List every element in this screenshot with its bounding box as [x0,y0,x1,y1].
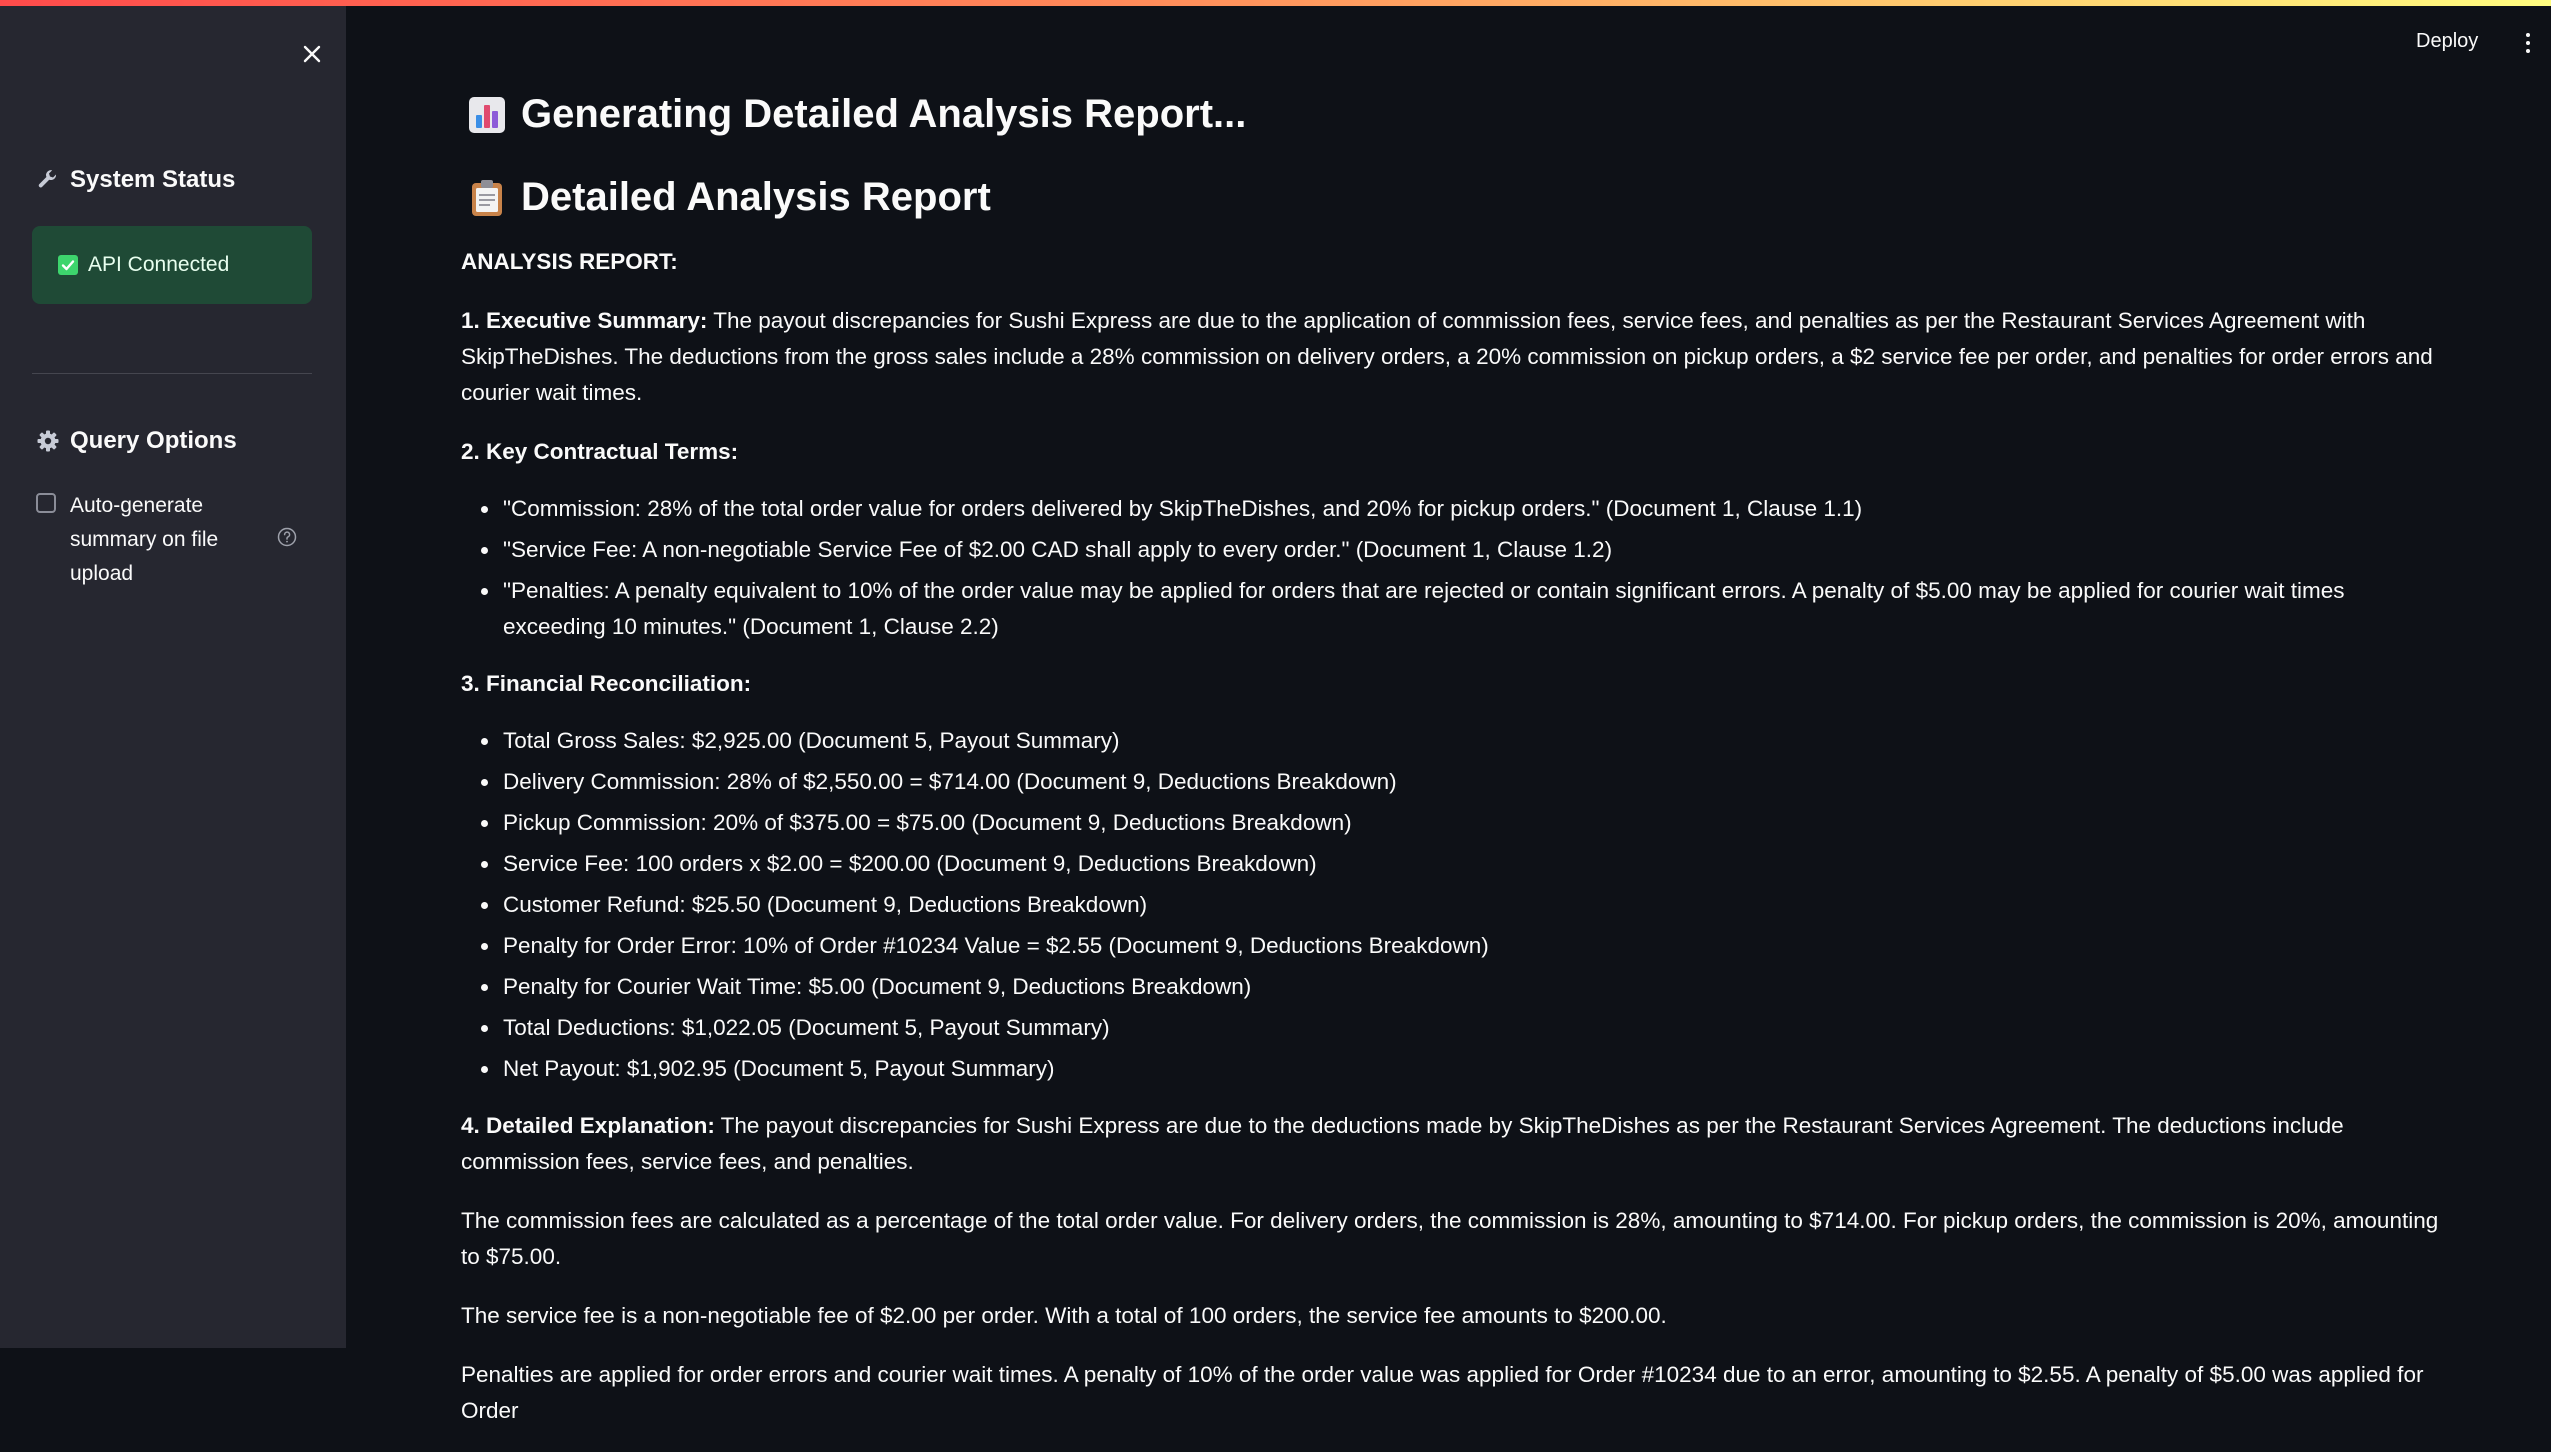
wrench-icon [38,170,57,188]
list-item: "Penalties: A penalty equivalent to 10% … [501,573,2441,645]
executive-summary-paragraph: 1. Executive Summary: The payout discrep… [461,303,2441,411]
list-item: Delivery Commission: 28% of $2,550.00 = … [501,764,2441,800]
sidebar: System Status API Connected Query Option… [0,6,346,1348]
executive-summary-heading: 1. Executive Summary: [461,308,708,333]
key-terms-heading: 2. Key Contractual Terms: [461,439,739,464]
clipboard-icon [472,179,502,216]
gear-icon [37,430,59,452]
api-status-text: API Connected [88,253,230,276]
generating-heading: Generating Detailed Analysis Report... [467,92,1246,137]
detailed-explanation-paragraph: 4. Detailed Explanation: The payout disc… [461,1108,2441,1180]
list-item: Penalty for Courier Wait Time: $5.00 (Do… [501,969,2441,1005]
list-item: Penalty for Order Error: 10% of Order #1… [501,928,2441,964]
key-terms-list: "Commission: 28% of the total order valu… [461,491,2441,645]
list-item: Pickup Commission: 20% of $375.00 = $75.… [501,805,2441,841]
query-options-heading: Query Options [36,427,237,455]
close-icon [303,45,321,63]
list-item: "Commission: 28% of the total order valu… [501,491,2441,527]
generating-title: Generating Detailed Analysis Report... [521,92,1247,136]
report-heading: Detailed Analysis Report [467,175,991,220]
commission-paragraph: The commission fees are calculated as a … [461,1208,2439,1269]
auto-generate-checkbox[interactable] [36,493,56,513]
executive-summary-text: The payout discrepancies for Sushi Expre… [461,308,2433,405]
help-icon[interactable] [277,527,297,547]
kebab-menu-icon[interactable] [2518,33,2538,63]
detailed-explanation-heading: 4. Detailed Explanation: [461,1113,715,1138]
list-item: "Service Fee: A non-negotiable Service F… [501,532,2441,568]
service-fee-paragraph: The service fee is a non-negotiable fee … [461,1303,1667,1328]
top-decoration-bar [0,0,2551,6]
checkmark-icon [58,255,78,275]
auto-generate-label: Auto-generate summary on file upload [70,494,219,585]
list-item: Net Payout: $1,902.95 (Document 5, Payou… [501,1051,2441,1087]
report-title: Detailed Analysis Report [521,175,991,219]
financial-heading: 3. Financial Reconciliation: [461,671,752,696]
list-item: Service Fee: 100 orders x $2.00 = $200.0… [501,846,2441,882]
list-item: Total Deductions: $1,022.05 (Document 5,… [501,1010,2441,1046]
system-status-title: System Status [70,166,236,193]
penalties-paragraph: Penalties are applied for order errors a… [461,1362,2424,1423]
api-status-alert: API Connected [32,226,312,304]
query-options-title: Query Options [70,427,237,454]
detailed-explanation-text: The payout discrepancies for Sushi Expre… [461,1113,2344,1174]
close-sidebar-button[interactable] [296,38,328,70]
list-item: Total Gross Sales: $2,925.00 (Document 5… [501,723,2441,759]
sidebar-divider [32,373,312,374]
auto-generate-option[interactable]: Auto-generate summary on file upload [36,489,302,591]
financial-list: Total Gross Sales: $2,925.00 (Document 5… [461,723,2441,1087]
analysis-report-label: ANALYSIS REPORT: [461,249,678,274]
report-body: ANALYSIS REPORT: 1. Executive Summary: T… [461,244,2441,1452]
system-status-heading: System Status [36,166,235,194]
deploy-button[interactable]: Deploy [2416,30,2478,53]
bar-chart-icon [469,96,505,133]
list-item: Customer Refund: $25.50 (Document 9, Ded… [501,887,2441,923]
